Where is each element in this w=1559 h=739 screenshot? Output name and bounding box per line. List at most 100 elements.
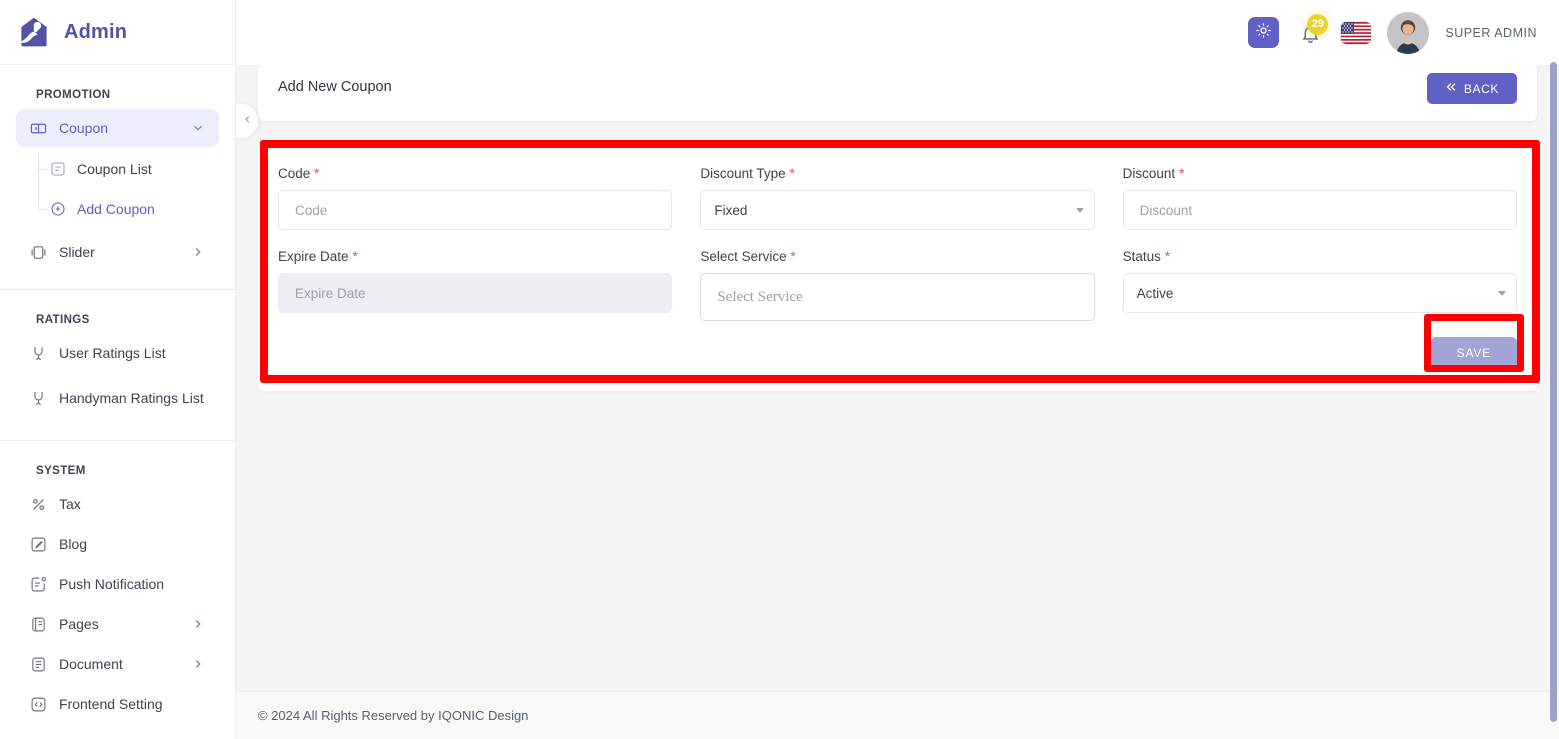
field-discount: Discount * [1122, 165, 1517, 242]
label-text: Select Service [700, 249, 787, 264]
expire-date-input[interactable] [278, 273, 673, 313]
required-marker: * [1164, 248, 1171, 264]
sidebar-item-document[interactable]: Document [16, 645, 219, 683]
label-text: Status [1122, 249, 1161, 264]
nav-section-ratings: RATINGS [36, 314, 90, 326]
save-row: SAVE [278, 333, 1517, 369]
sidebar-item-label: Handyman Ratings List [59, 389, 204, 406]
sidebar-item-coupon-list[interactable]: Coupon List [34, 149, 235, 189]
page-scrollbar[interactable] [1550, 62, 1557, 722]
save-button[interactable]: SAVE [1430, 337, 1517, 369]
nav-section-promotion: PROMOTION [36, 89, 111, 101]
code-input[interactable] [278, 190, 673, 230]
required-marker: * [314, 165, 320, 181]
field-discount-type-label: Discount Type * [700, 165, 1094, 181]
sidebar-item-frontend-setting[interactable]: Frontend Setting [16, 685, 219, 723]
medal-icon [30, 345, 47, 362]
top-bar: 29 SUPER ADMIN [236, 0, 1559, 65]
sidebar-item-pages[interactable]: Pages [16, 605, 219, 643]
back-button[interactable]: BACK [1426, 73, 1517, 104]
back-button-label: BACK [1463, 81, 1499, 96]
sidebar-item-push-notification[interactable]: Push Notification [16, 565, 219, 603]
sidebar-item-label: Pages [59, 615, 99, 632]
sidebar-item-tax[interactable]: Tax [16, 485, 219, 523]
field-discount-type: Discount Type * Fixed [700, 165, 1095, 242]
field-code-label: Code * [278, 165, 672, 181]
nav-section-system: SYSTEM [36, 465, 86, 477]
coupon-form-card: Code * Discount Type * Fixed [258, 143, 1537, 391]
sidebar-item-label: Push Notification [59, 575, 165, 592]
sidebar-subitem-label: Add Coupon [77, 201, 155, 217]
page-title: Add New Coupon [278, 79, 392, 95]
status-select[interactable]: Active [1122, 273, 1517, 313]
user-name[interactable]: SUPER ADMIN [1445, 26, 1537, 40]
sidebar-subitem-label: Coupon List [77, 161, 152, 177]
ticket-icon [30, 120, 47, 137]
required-marker: * [790, 248, 796, 264]
chevron-down-icon[interactable] [191, 121, 205, 135]
sidebar-item-slider[interactable]: Slider [16, 233, 219, 271]
page-header-card: Add New Coupon BACK [258, 65, 1537, 121]
content-scroll-area: Add New Coupon BACK Code * Code Discount… [236, 65, 1559, 691]
discount-input[interactable] [1122, 190, 1517, 230]
chevron-right-icon[interactable] [191, 617, 205, 631]
field-expire-date-label: Expire Date * [278, 248, 672, 264]
main-area: 29 SUPER ADMIN Add New Coupon BACK Code … [236, 0, 1559, 739]
notification-count-badge: 29 [1307, 13, 1329, 35]
discount-type-select-wrap: Fixed [700, 190, 1095, 230]
field-discount-label: Discount * [1123, 165, 1517, 181]
label-text: Expire Date [278, 249, 349, 264]
document-icon [30, 656, 47, 673]
plus-circle-icon [50, 201, 66, 217]
field-status-label: Status * [1123, 248, 1517, 264]
theme-toggle-button[interactable] [1248, 17, 1280, 48]
slider-icon [30, 244, 47, 261]
sun-icon [1255, 22, 1272, 44]
push-notification-icon [30, 576, 47, 593]
field-select-service-label: Select Service * [700, 248, 1094, 264]
field-expire-date: Expire Date * [278, 248, 673, 333]
avatar[interactable] [1387, 11, 1430, 54]
required-marker: * [352, 248, 358, 264]
brand-name: Admin [64, 20, 128, 43]
discount-type-select[interactable]: Fixed [700, 190, 1095, 230]
sidebar-item-label: Blog [59, 535, 88, 552]
chevron-left-icon [242, 112, 253, 130]
footer-text: © 2024 All Rights Reserved by IQONIC Des… [258, 708, 529, 723]
sidebar-item-label: Slider [59, 243, 95, 260]
select-service-input[interactable]: Select Service [700, 273, 1095, 321]
sidebar-item-coupon[interactable]: Coupon [16, 109, 219, 147]
sidebar-item-blog[interactable]: Blog [16, 525, 219, 563]
sidebar-item-handyman-ratings-list[interactable]: Handyman Ratings List [16, 374, 219, 422]
admin-logo-icon [16, 14, 52, 50]
chevron-right-icon[interactable] [191, 657, 205, 671]
field-select-service: Select Service * Select Service [700, 248, 1095, 333]
label-text: Code [278, 166, 311, 181]
notifications-button[interactable]: 29 [1295, 13, 1329, 49]
form-grid: Code * Discount Type * Fixed [278, 165, 1517, 333]
list-check-icon [50, 161, 66, 177]
brand[interactable]: Admin [0, 0, 235, 65]
sidebar: Admin PROMOTION Coupon Coupon List Add C… [0, 0, 236, 739]
blog-edit-icon [30, 536, 47, 553]
medal-icon [30, 390, 47, 407]
footer: © 2024 All Rights Reserved by IQONIC Des… [236, 691, 1559, 739]
double-chevron-left-icon [1445, 81, 1457, 96]
chevron-right-icon[interactable] [191, 245, 205, 259]
required-marker: * [789, 165, 795, 181]
sidebar-item-label: Document [59, 655, 123, 672]
field-code: Code * [278, 165, 673, 242]
sidebar-item-label: Frontend Setting [59, 695, 163, 712]
sidebar-divider-2 [0, 440, 235, 441]
status-select-wrap: Active [1122, 273, 1517, 313]
required-marker: * [1178, 165, 1185, 181]
sidebar-divider-1 [0, 289, 235, 290]
field-status: Status * Active [1122, 248, 1517, 333]
sidebar-item-label: Coupon [59, 119, 109, 136]
sidebar-item-add-coupon[interactable]: Add Coupon [34, 189, 235, 229]
sidebar-item-label: Tax [59, 495, 81, 512]
code-icon [30, 696, 47, 713]
pages-icon [30, 616, 47, 633]
us-flag-icon[interactable] [1341, 21, 1372, 44]
sidebar-item-user-ratings-list[interactable]: User Ratings List [16, 334, 219, 372]
